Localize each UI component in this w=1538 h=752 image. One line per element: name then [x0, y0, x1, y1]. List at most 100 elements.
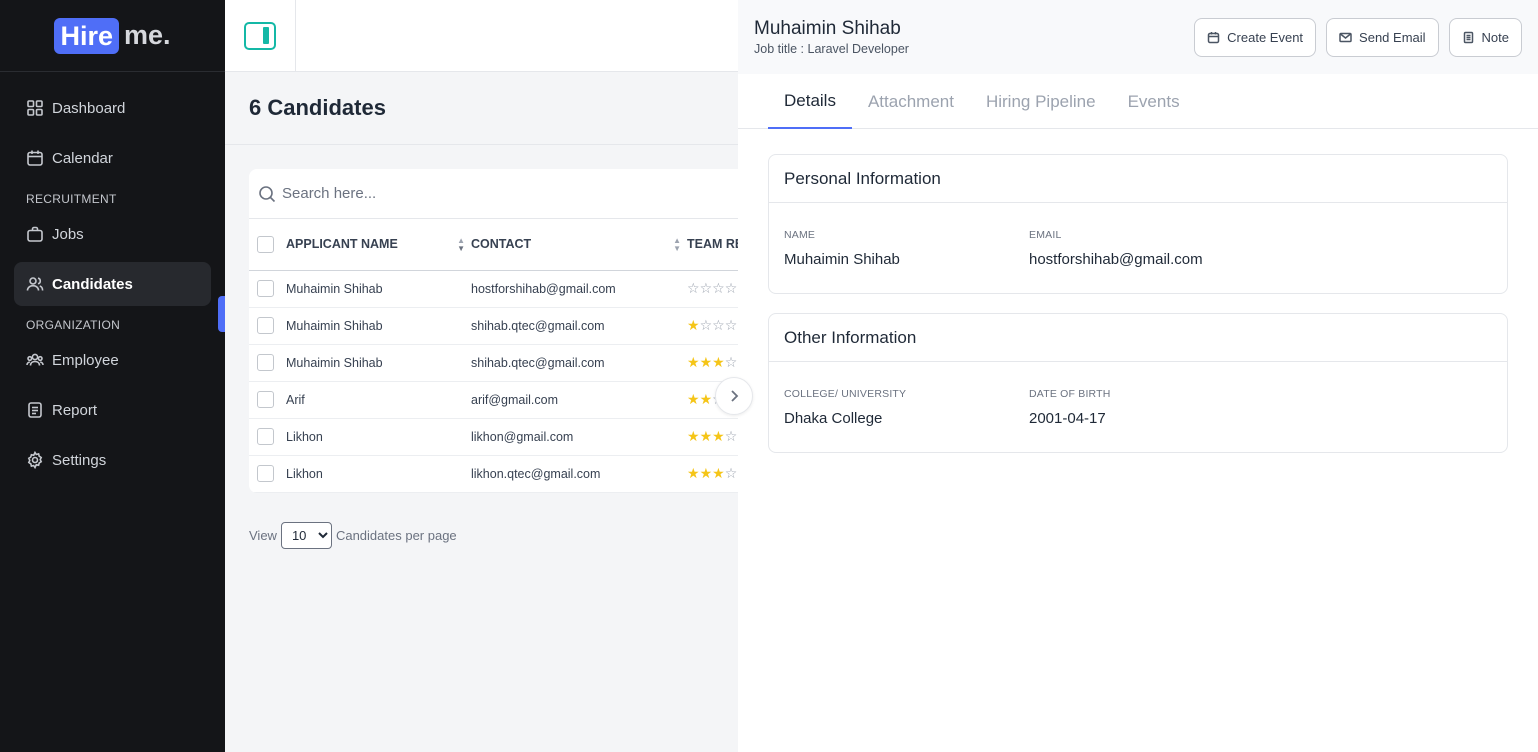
sidebar-item-label: Calendar: [52, 149, 113, 167]
row-checkbox[interactable]: [257, 317, 274, 334]
brand-logo-hire: Hire: [54, 17, 119, 54]
tab-attachment[interactable]: Attachment: [852, 74, 970, 129]
column-team-review[interactable]: TEAM RE: [687, 219, 738, 271]
select-all-cell: [249, 219, 286, 271]
candidates-main: 6 Candidates APPLICANT NAME ▲▼ CONTACT ▲▼ …: [225, 72, 738, 752]
star-filled-icon[interactable]: ★: [700, 391, 713, 407]
row-checkbox-cell: [249, 418, 286, 456]
star-empty-icon[interactable]: ☆: [725, 428, 738, 444]
per-page-prefix: View: [249, 528, 277, 543]
table-row[interactable]: Likhon likhon@gmail.com ★★★☆: [249, 418, 738, 456]
section-recruitment: RECRUITMENT: [26, 192, 117, 206]
note-label: Note: [1481, 30, 1509, 45]
create-event-button[interactable]: Create Event: [1194, 18, 1317, 57]
search-bar: [249, 169, 738, 219]
row-checkbox[interactable]: [257, 280, 274, 297]
team-review-cell: ★★★☆: [687, 344, 738, 382]
sidebar-item-settings[interactable]: Settings: [14, 438, 211, 482]
applicant-name-cell[interactable]: Likhon: [286, 418, 471, 456]
send-email-button[interactable]: Send Email: [1326, 18, 1439, 57]
applicant-name-cell[interactable]: Arif: [286, 381, 471, 419]
sidebar-item-label: Report: [52, 401, 98, 419]
drawer-tabs: Details Attachment Hiring Pipeline Event…: [738, 74, 1538, 129]
row-checkbox-cell: [249, 307, 286, 345]
star-filled-icon[interactable]: ★: [712, 428, 725, 444]
table-row[interactable]: Muhaimin Shihab shihab.qtec@gmail.com ★★★☆: [249, 344, 738, 382]
star-filled-icon[interactable]: ★: [712, 465, 725, 481]
per-page-suffix: Candidates per page: [335, 528, 457, 543]
table-row[interactable]: Likhon likhon.qtec@gmail.com ★★★☆: [249, 455, 738, 493]
row-checkbox-cell: [249, 455, 286, 493]
sort-icon[interactable]: ▲ ▼: [673, 237, 681, 253]
star-filled-icon[interactable]: ★: [700, 465, 713, 481]
personal-information-body: NAME Muhaimin Shihab EMAIL hostforshihab…: [769, 203, 1507, 293]
row-checkbox[interactable]: [257, 354, 274, 371]
briefcase-icon: [26, 225, 44, 243]
tab-events[interactable]: Events: [1112, 74, 1196, 129]
scroll-right-button[interactable]: [715, 377, 753, 415]
star-empty-icon[interactable]: ☆: [725, 465, 738, 481]
star-empty-icon[interactable]: ☆: [725, 317, 738, 333]
brand-logo[interactable]: Hire me.: [0, 0, 225, 72]
applicant-name-cell[interactable]: Muhaimin Shihab: [286, 344, 471, 382]
star-filled-icon[interactable]: ★: [687, 317, 700, 333]
search-input[interactable]: [282, 185, 682, 202]
tab-details[interactable]: Details: [768, 74, 852, 129]
name-value: Muhaimin Shihab: [784, 251, 900, 268]
star-filled-icon[interactable]: ★: [700, 354, 713, 370]
row-checkbox[interactable]: [257, 428, 274, 445]
star-empty-icon[interactable]: ☆: [700, 280, 713, 296]
select-all-checkbox[interactable]: [257, 235, 274, 253]
sidebar-item-employee[interactable]: Employee: [14, 338, 211, 382]
sidebar-toggle-icon: [244, 22, 276, 50]
sort-icon[interactable]: ▲ ▼: [457, 237, 465, 253]
per-page-select[interactable]: 10: [280, 522, 332, 549]
star-empty-icon[interactable]: ☆: [725, 354, 738, 370]
table-row[interactable]: Arifarif@gmail.com★★☆☆: [249, 381, 738, 419]
applicant-name-cell[interactable]: Likhon: [286, 455, 471, 493]
note-button[interactable]: Note: [1448, 18, 1522, 57]
row-checkbox[interactable]: [257, 465, 274, 482]
table-row[interactable]: Muhaimin Shihab hostforshihab@gmail.com ☆☆…: [249, 270, 738, 308]
tab-hiring-pipeline[interactable]: Hiring Pipeline: [970, 74, 1112, 129]
name-label: NAME: [784, 229, 816, 241]
sidebar-item-label: Dashboard: [52, 99, 126, 117]
candidate-name: Muhaimin Shihab: [754, 18, 901, 39]
sidebar-item-candidates[interactable]: Candidates: [14, 262, 211, 306]
star-empty-icon[interactable]: ☆: [725, 280, 738, 296]
contact-cell: likhon@gmail.com: [471, 418, 687, 456]
star-filled-icon[interactable]: ★: [687, 391, 700, 407]
sidebar-item-label: Jobs: [52, 225, 84, 243]
star-empty-icon[interactable]: ☆: [712, 317, 725, 333]
applicant-name-cell[interactable]: Muhaimin Shihab: [286, 307, 471, 345]
column-contact[interactable]: CONTACT ▲ ▼: [471, 219, 687, 271]
email-value: hostforshihab@gmail.com: [1029, 251, 1203, 268]
sidebar-item-report[interactable]: Report: [14, 388, 211, 432]
table-row[interactable]: Muhaimin Shihab shihab.qtec@gmail.com ★☆☆☆: [249, 307, 738, 345]
sidebar-item-calendar[interactable]: Calendar: [14, 136, 211, 180]
sidebar-item-dashboard[interactable]: Dashboard: [14, 86, 211, 130]
users-icon: [26, 275, 44, 293]
candidate-drawer: Muhaimin Shihab Job title : Laravel Deve…: [738, 0, 1538, 752]
star-filled-icon[interactable]: ★: [712, 354, 725, 370]
personal-information-card: Personal Information NAME Muhaimin Shiha…: [768, 154, 1508, 294]
other-information-title: Other Information: [769, 314, 1507, 362]
dob-field: DATE OF BIRTH 2001-04-17: [1029, 388, 1111, 427]
row-checkbox[interactable]: [257, 391, 274, 408]
calendar-icon: [26, 149, 44, 167]
sidebar-nav: Dashboard Calendar RECRUITMENT Jobs Cand…: [0, 72, 225, 482]
applicant-name-cell[interactable]: Muhaimin Shihab: [286, 270, 471, 308]
star-filled-icon[interactable]: ★: [687, 465, 700, 481]
star-empty-icon[interactable]: ☆: [700, 317, 713, 333]
contact-cell: shihab.qtec@gmail.com: [471, 307, 687, 345]
column-applicant-name[interactable]: APPLICANT NAME ▲ ▼: [286, 219, 471, 271]
document-icon: [26, 401, 44, 419]
sidebar-item-jobs[interactable]: Jobs: [14, 212, 211, 256]
star-empty-icon[interactable]: ☆: [687, 280, 700, 296]
star-empty-icon[interactable]: ☆: [712, 280, 725, 296]
star-filled-icon[interactable]: ★: [687, 428, 700, 444]
sidebar-toggle-button[interactable]: [225, 0, 296, 72]
star-filled-icon[interactable]: ★: [700, 428, 713, 444]
star-filled-icon[interactable]: ★: [687, 354, 700, 370]
row-checkbox-cell: [249, 381, 286, 419]
